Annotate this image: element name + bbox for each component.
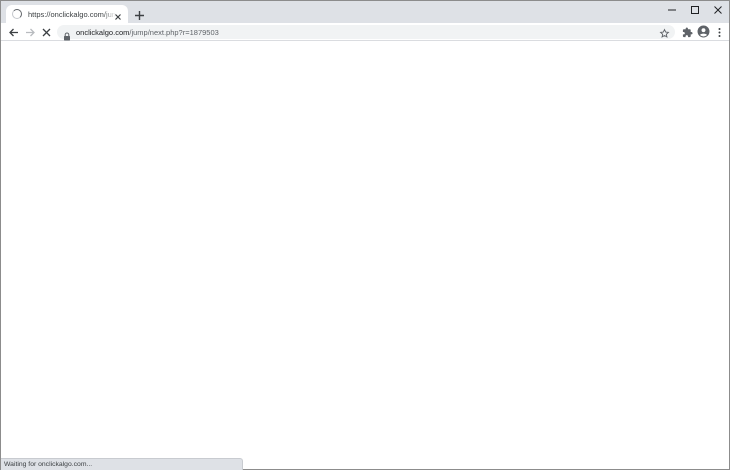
url-host: onclickalgo.com xyxy=(76,27,130,37)
account-circle-icon[interactable] xyxy=(697,25,710,38)
tab-active[interactable]: https://onclickalgo.com/jump/next.php?r=… xyxy=(6,5,128,23)
kebab-menu-icon[interactable] xyxy=(713,26,725,38)
url-path: /jump/next.php?r=1879503 xyxy=(129,27,219,37)
stop-x-icon[interactable] xyxy=(40,26,52,38)
bookmark-star-icon[interactable] xyxy=(659,26,670,38)
back-arrow-icon[interactable] xyxy=(7,26,19,38)
extensions-puzzle-icon[interactable] xyxy=(681,26,693,38)
tab-title: https://onclickalgo.com/jump/next.php?r=… xyxy=(28,9,116,19)
page-content xyxy=(1,41,729,469)
lock-icon[interactable] xyxy=(63,28,71,40)
tab-strip: https://onclickalgo.com/jump/next.php?r=… xyxy=(1,1,729,23)
status-bubble: Waiting for onclickalgo.com... xyxy=(1,458,243,470)
address-bar[interactable]: onclickalgo.com/jump/next.php?r=1879503 xyxy=(57,25,675,40)
forward-arrow-icon[interactable] xyxy=(24,26,36,38)
tab-close-icon[interactable] xyxy=(113,9,123,20)
loading-spinner-icon xyxy=(12,9,22,19)
minimize-icon[interactable] xyxy=(662,3,682,17)
maximize-icon[interactable] xyxy=(685,3,705,17)
new-tab-plus-icon[interactable] xyxy=(134,8,145,20)
url-text[interactable]: onclickalgo.com/jump/next.php?r=1879503 xyxy=(76,28,219,37)
browser-window: https://onclickalgo.com/jump/next.php?r=… xyxy=(0,0,730,470)
window-close-icon[interactable] xyxy=(708,3,728,17)
toolbar: onclickalgo.com/jump/next.php?r=1879503 xyxy=(1,23,729,41)
